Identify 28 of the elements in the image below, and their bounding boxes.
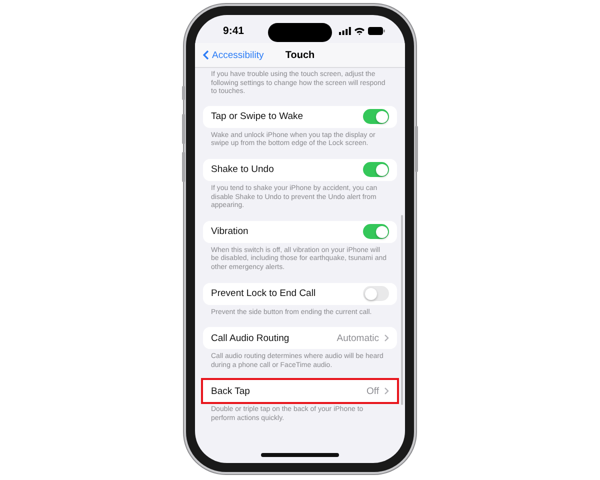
page-title: Touch <box>285 50 315 60</box>
status-time: 9:41 <box>223 25 244 37</box>
toggle-switch[interactable] <box>363 224 389 240</box>
chevron-icon <box>384 334 389 342</box>
settings-row[interactable]: Tap or Swipe to Wake <box>203 106 397 128</box>
wifi-icon <box>354 27 365 35</box>
row-value: Off <box>366 386 379 397</box>
row-label: Prevent Lock to End Call <box>211 288 317 300</box>
back-button[interactable]: Accessibility <box>203 50 264 60</box>
settings-row[interactable]: Prevent Lock to End Call <box>203 282 397 305</box>
toggle-switch[interactable] <box>363 162 389 178</box>
chevron-icon <box>384 387 389 396</box>
toggle-switch[interactable] <box>363 109 389 124</box>
camera-island <box>268 23 332 42</box>
row-label: Back Tap <box>211 386 251 397</box>
row-label: Call Audio Routing <box>211 332 290 344</box>
settings-row[interactable]: Shake to Undo <box>203 158 397 181</box>
row-label: Shake to Undo <box>211 164 275 176</box>
battery-icon <box>368 27 385 35</box>
settings-row[interactable]: Call Audio Routing Automatic <box>203 327 397 350</box>
settings-row[interactable]: Vibration <box>203 220 397 243</box>
chevron-icon <box>203 50 209 60</box>
row-label: Vibration <box>211 226 250 238</box>
toggle-switch[interactable] <box>363 286 389 302</box>
row-label: Tap or Swipe to Wake <box>211 111 304 122</box>
signal-icon <box>339 27 351 35</box>
row-value: Automatic <box>336 332 379 344</box>
settings-row[interactable]: Back Tap Off <box>203 380 397 402</box>
